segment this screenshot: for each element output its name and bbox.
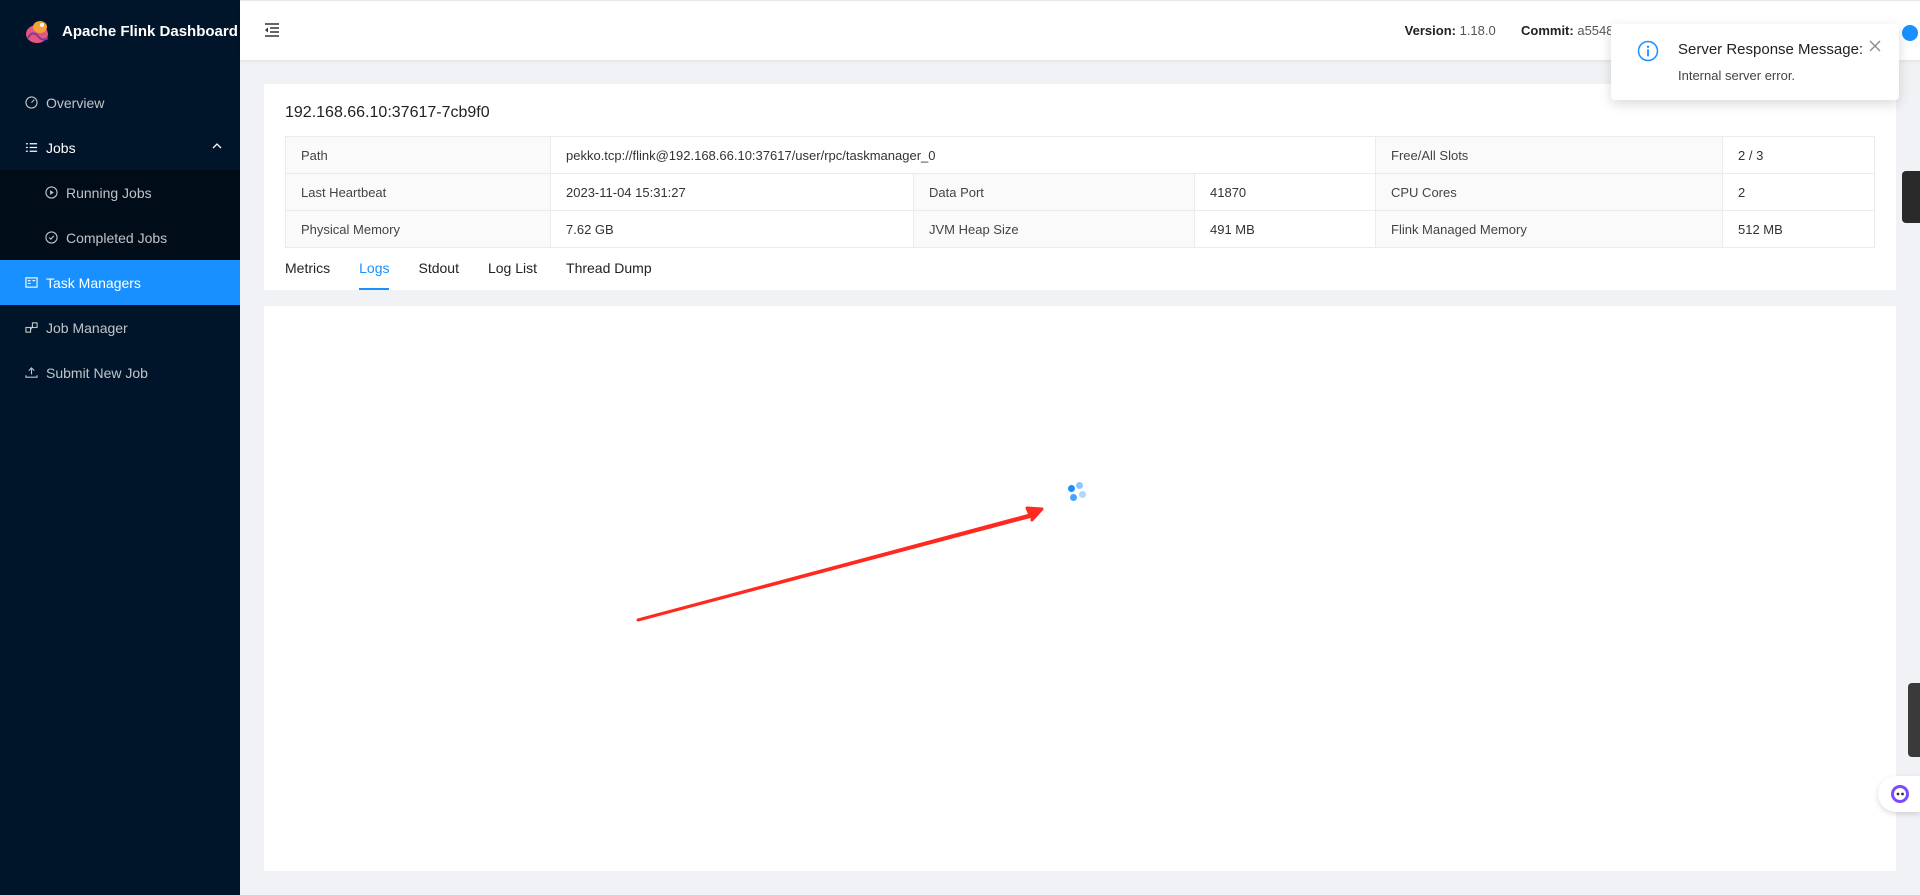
physical-memory-label: Physical Memory — [285, 210, 551, 248]
sidebar-item-label: Task Managers — [46, 274, 141, 291]
path-label: Path — [285, 136, 551, 174]
loading-spinner-icon — [1068, 482, 1090, 504]
play-circle-icon — [44, 186, 58, 200]
heartbeat-value: 2023-11-04 15:31:27 — [550, 173, 914, 211]
tab-logs[interactable]: Logs — [359, 256, 390, 290]
list-icon — [24, 141, 38, 155]
sidebar-item-label: Job Manager — [46, 319, 128, 336]
schedule-icon — [24, 276, 38, 290]
sidebar-item-completed-jobs[interactable]: Completed Jobs — [0, 215, 240, 260]
table-row: Last Heartbeat 2023-11-04 15:31:27 Data … — [285, 173, 1875, 211]
managed-memory-label: Flink Managed Memory — [1375, 210, 1723, 248]
slots-label: Free/All Slots — [1375, 136, 1723, 174]
sidebar-menu: Overview Jobs Running Jobs Completed Job… — [0, 80, 240, 395]
sidebar: Apache Flink Dashboard Overview Jobs Run… — [0, 0, 240, 895]
sidebar-item-submit-new-job[interactable]: Submit New Job — [0, 350, 240, 395]
taskmanager-card: 192.168.66.10:37617-7cb9f0 Path pekko.tc… — [264, 84, 1896, 290]
table-row: Physical Memory 7.62 GB JVM Heap Size 49… — [285, 210, 1875, 248]
sidebar-item-label: Overview — [46, 94, 105, 111]
sidebar-item-label: Completed Jobs — [66, 229, 168, 246]
check-circle-icon — [44, 231, 58, 245]
sidebar-item-label: Submit New Job — [46, 364, 148, 381]
cpu-label: CPU Cores — [1375, 173, 1723, 211]
chevron-up-icon — [212, 143, 222, 149]
close-icon[interactable] — [1869, 40, 1881, 52]
flink-logo-icon — [26, 21, 49, 43]
commit-label: Commit: — [1521, 23, 1574, 38]
path-value: pekko.tcp://flink@192.168.66.10:37617/us… — [550, 136, 1376, 174]
menu-fold-icon[interactable] — [263, 21, 281, 39]
app-logo-area[interactable]: Apache Flink Dashboard — [0, 0, 240, 62]
table-row: Path pekko.tcp://flink@192.168.66.10:376… — [285, 136, 1875, 174]
notification-title: Server Response Message: — [1678, 41, 1864, 58]
side-widget-handle-2[interactable] — [1908, 683, 1920, 757]
notification-popup: Server Response Message: Internal server… — [1611, 24, 1899, 100]
app-title: Apache Flink Dashboard — [62, 22, 238, 40]
sidebar-item-label: Jobs — [46, 139, 76, 156]
taskmanager-tabs: Metrics Logs Stdout Log List Thread Dump — [285, 256, 681, 290]
slots-value: 2 / 3 — [1722, 136, 1875, 174]
sidebar-item-task-managers[interactable]: Task Managers — [0, 260, 240, 305]
logs-content-panel — [264, 306, 1896, 871]
assistant-icon[interactable] — [1878, 776, 1920, 812]
data-port-value: 41870 — [1194, 173, 1376, 211]
jvm-heap-label: JVM Heap Size — [913, 210, 1195, 248]
data-port-label: Data Port — [913, 173, 1195, 211]
info-circle-icon — [1637, 40, 1659, 62]
heartbeat-label: Last Heartbeat — [285, 173, 551, 211]
cpu-value: 2 — [1722, 173, 1875, 211]
sidebar-item-job-manager[interactable]: Job Manager — [0, 305, 240, 350]
tab-stdout[interactable]: Stdout — [418, 256, 458, 290]
version-info: Version: 1.18.0 Commit: a5548c — [1405, 23, 1620, 38]
managed-memory-value: 512 MB — [1722, 210, 1875, 248]
sidebar-item-overview[interactable]: Overview — [0, 80, 240, 125]
version-value: 1.18.0 — [1459, 23, 1496, 38]
sidebar-item-running-jobs[interactable]: Running Jobs — [0, 170, 240, 215]
sidebar-item-jobs[interactable]: Jobs — [0, 125, 240, 170]
upload-icon — [24, 366, 38, 380]
tab-log-list[interactable]: Log List — [488, 256, 537, 290]
tab-metrics[interactable]: Metrics — [285, 256, 330, 290]
version-label: Version: — [1404, 23, 1456, 38]
sidebar-item-label: Running Jobs — [66, 184, 152, 201]
side-widget-handle[interactable] — [1902, 171, 1920, 223]
tab-thread-dump[interactable]: Thread Dump — [566, 256, 652, 290]
physical-memory-value: 7.62 GB — [550, 210, 914, 248]
taskmanager-details-table: Path pekko.tcp://flink@192.168.66.10:376… — [285, 136, 1875, 248]
notification-message: Internal server error. — [1678, 68, 1796, 83]
dashboard-icon — [24, 96, 38, 110]
status-dot-icon[interactable] — [1902, 25, 1918, 41]
jvm-heap-value: 491 MB — [1194, 210, 1376, 248]
page-title: 192.168.66.10:37617-7cb9f0 — [285, 104, 490, 121]
cluster-icon — [24, 321, 38, 335]
